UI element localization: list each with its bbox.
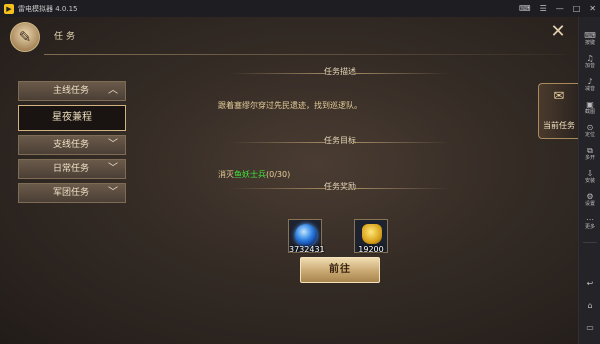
- current-quest-tab[interactable]: ✉ 当前任务: [538, 83, 578, 139]
- reward-crystal[interactable]: 3732431: [288, 219, 325, 254]
- chevron-up-icon: ︿: [108, 85, 118, 96]
- recent-apps-icon: ▭: [586, 323, 594, 332]
- sidebar-home[interactable]: ⌂: [579, 301, 600, 310]
- chevron-down-icon: ﹀: [108, 139, 118, 150]
- sidebar-screenshot[interactable]: ▣ 截图: [579, 100, 600, 115]
- sidebar-volume-up[interactable]: ♫ 加音: [579, 54, 600, 69]
- gold-coins-icon: [362, 224, 382, 244]
- blue-crystal-icon: [295, 224, 317, 246]
- sidebar-back[interactable]: ↩: [579, 279, 600, 288]
- objective-target[interactable]: 鱼妖士兵: [234, 170, 266, 179]
- goto-button[interactable]: 前往: [300, 257, 380, 283]
- menu-side-quests[interactable]: 支线任务 ﹀: [18, 135, 126, 155]
- quest-emblem-icon: ✎: [10, 22, 40, 52]
- settings-icon: ⚙: [586, 192, 594, 201]
- install-icon: ⇩: [586, 169, 594, 178]
- more-icon: ⋯: [586, 215, 594, 224]
- scroll-icon: ✉: [553, 89, 565, 104]
- maximize-icon[interactable]: □: [573, 4, 581, 13]
- emulator-title-bar: ▶ 雷电模拟器 4.0.15 ⌨ ☰ — □ ✕: [0, 0, 600, 17]
- menu-label: 主线任务: [53, 86, 90, 96]
- sidebar-settings[interactable]: ⚙ 设置: [579, 192, 600, 207]
- menu-icon[interactable]: ☰: [540, 4, 547, 13]
- description-heading: 任务描述: [190, 66, 490, 80]
- sidebar-install[interactable]: ⇩ 安装: [579, 169, 600, 184]
- sidebar-location[interactable]: ⊙ 定位: [579, 123, 600, 138]
- reward-gold[interactable]: 19200: [354, 219, 388, 254]
- screenshot-icon: ▣: [586, 100, 594, 109]
- sidebar-keyboard[interactable]: ⌨ 按键: [579, 31, 600, 46]
- objective-prefix: 消灭: [218, 170, 234, 179]
- close-window-icon[interactable]: ✕: [589, 4, 596, 13]
- menu-label: 军团任务: [53, 188, 90, 198]
- sidebar-divider: [583, 242, 597, 243]
- objective-progress: (0/30): [266, 170, 291, 179]
- emulator-title: 雷电模拟器 4.0.15: [18, 4, 78, 13]
- location-icon: ⊙: [586, 123, 594, 132]
- menu-legion-quests[interactable]: 军团任务 ﹀: [18, 183, 126, 203]
- game-header: ✎ 任务 ✕: [0, 17, 578, 55]
- header-divider: [44, 54, 564, 55]
- description-text: 跟着塞缪尔穿过先民遗迹，找到巡逻队。: [218, 101, 362, 110]
- game-screen: ✎ 任务 ✕ 主线任务 ︿ 星夜兼程 支线任务 ﹀ 日常任务 ﹀ 军团任务 ﹀ …: [0, 17, 578, 344]
- menu-label: 日常任务: [53, 164, 90, 174]
- objective-heading: 任务目标: [190, 135, 490, 149]
- volume-up-icon: ♫: [586, 54, 594, 63]
- screen-title: 任务: [54, 32, 79, 42]
- reward-count: 19200: [358, 245, 384, 254]
- objective-row: 消灭鱼妖士兵(0/30): [218, 169, 290, 180]
- home-icon: ⌂: [587, 301, 593, 310]
- close-button[interactable]: ✕: [548, 22, 568, 42]
- sidebar-recent[interactable]: ▭: [579, 323, 600, 332]
- sidebar-multi-instance[interactable]: ⧉ 多开: [579, 146, 600, 161]
- keyboard-icon: ⌨: [584, 31, 596, 40]
- emulator-logo-icon: ▶: [4, 3, 14, 14]
- rewards-heading: 任务奖励: [190, 181, 490, 195]
- chevron-down-icon: ﹀: [108, 187, 118, 198]
- reward-count: 3732431: [289, 245, 325, 254]
- current-quest-label: 当前任务: [543, 121, 575, 130]
- menu-label: 支线任务: [53, 140, 90, 150]
- sidebar-volume-down[interactable]: ♪ 减音: [579, 77, 600, 92]
- sidebar-more[interactable]: ⋯ 更多: [579, 215, 600, 230]
- minimize-icon[interactable]: —: [556, 4, 564, 13]
- menu-subquest-selected[interactable]: 星夜兼程: [18, 105, 126, 131]
- chevron-down-icon: ﹀: [108, 163, 118, 174]
- back-icon: ↩: [586, 279, 594, 288]
- menu-daily-quests[interactable]: 日常任务 ﹀: [18, 159, 126, 179]
- multi-instance-icon: ⧉: [587, 146, 593, 155]
- volume-down-icon: ♪: [587, 77, 593, 86]
- menu-main-quests[interactable]: 主线任务 ︿: [18, 81, 126, 101]
- gamepad-icon[interactable]: ⌨: [519, 4, 531, 13]
- emulator-sidebar: ⌨ 按键 ♫ 加音 ♪ 减音 ▣ 截图 ⊙ 定位 ⧉ 多开 ⇩ 安装 ⚙ 设置 …: [578, 17, 600, 344]
- menu-label: 星夜兼程: [52, 112, 92, 123]
